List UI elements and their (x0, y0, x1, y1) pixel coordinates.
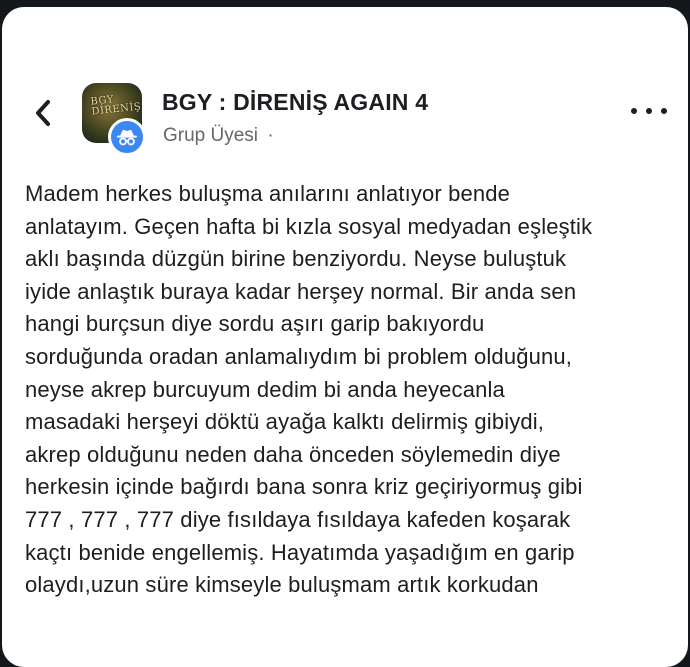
post-body-line: iyide anlaştık buraya kadar herşey norma… (25, 278, 577, 304)
more-options-icon (661, 108, 667, 114)
anonymous-member-badge (108, 118, 146, 156)
post-body-line: Madem herkes buluşma anılarını anlatıyor… (25, 181, 511, 206)
anonymous-member-icon (117, 129, 137, 146)
post-body-line: anlatayım. Geçen hafta bi kızla sosyal m… (25, 213, 593, 239)
avatar-logo-text: BGY DİRENİŞ (89, 94, 142, 118)
post-body-line: kaçtı benide engellemiş. Hayatımda yaşad… (25, 539, 575, 565)
post-meta: Grup Üyesi · (163, 125, 274, 147)
post-body-line: olaydı,uzun süre kimseyle buluşmam artık… (25, 572, 539, 598)
post-body-line: hangi burçsun diye sordu aşırı garip bak… (25, 311, 485, 337)
post-body-line: sorduğunda oradan anlamalıydım bi proble… (25, 343, 573, 369)
chevron-left-icon (36, 100, 50, 126)
post-body-line: akrep olduğunu neden daha önceden söylem… (25, 441, 561, 467)
meta-separator: · (267, 125, 274, 146)
post-body-line: neyse akrep burcuyum dedim bi anda heyec… (25, 376, 505, 402)
post-body-line: 777 , 777 , 777 diye fısıldaya fısıldaya… (25, 506, 571, 532)
group-name[interactable]: BGY : DİRENİŞ AGAIN 4 (162, 89, 428, 116)
more-options-button[interactable] (631, 103, 667, 119)
post-card: BGY DİRENİŞ BGY : DİRENİŞ AGAIN 4 Grup Ü… (2, 7, 688, 667)
post-body-line: aklı başında düzgün birine benziyordu. N… (25, 246, 567, 272)
post-body-line: herkesin içinde bağırdı bana sonra kriz … (25, 474, 583, 500)
more-options-icon (646, 108, 652, 114)
post-body: Madem herkes buluşma anılarını anlatıyor… (25, 178, 685, 602)
back-button[interactable] (28, 95, 58, 131)
member-role: Grup Üyesi (163, 125, 259, 146)
more-options-icon (631, 108, 637, 114)
post-body-line: masadaki herşeyi döktü ayağa kalktı deli… (25, 409, 545, 435)
